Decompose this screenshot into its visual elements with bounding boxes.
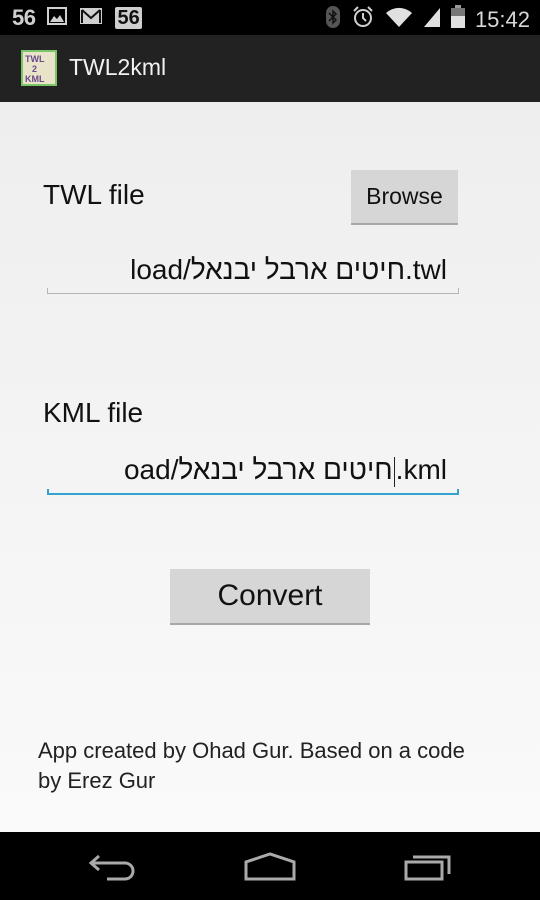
app-icon-text-mid: 2 — [32, 64, 38, 74]
notification-count: 56 — [12, 5, 36, 30]
twl-field-tick-right — [458, 288, 459, 294]
alarm-icon — [351, 5, 375, 34]
kml-file-input[interactable]: oad/חיטים ארבל יבנאל .kml — [47, 447, 459, 495]
gmail-icon — [79, 7, 103, 30]
kml-field-tick-left — [47, 489, 49, 495]
recent-apps-button[interactable] — [398, 850, 458, 884]
status-bar: 56 56 15:42 — [0, 0, 540, 35]
twl-file-input[interactable]: load/חיטים ארבל יבנאל.twl — [47, 246, 459, 294]
home-icon — [244, 852, 296, 881]
kml-file-value: oad/חיטים ארבל יבנאל .kml — [124, 454, 447, 487]
recent-apps-icon — [404, 855, 451, 881]
kml-field-underline — [47, 493, 459, 495]
credits-text: App created by Ohad Gur. Based on a code… — [38, 738, 465, 793]
kml-value-after-caret: .kml — [395, 454, 447, 486]
notification-badge: 56 — [115, 7, 142, 29]
app-icon: TWL 2 KML — [21, 50, 57, 86]
clock: 15:42 — [474, 6, 530, 32]
convert-button[interactable]: Convert — [170, 569, 370, 625]
twl-file-label: TWL file — [43, 179, 145, 210]
twl-field-tick-left — [47, 288, 48, 294]
kml-file-label: KML file — [43, 397, 144, 428]
app-icon-text-top: TWL — [25, 54, 45, 64]
twl-file-value: load/חיטים ארבל יבנאל.twl — [130, 254, 447, 285]
battery-icon — [450, 5, 465, 34]
wifi-icon — [385, 6, 413, 33]
text-caret — [393, 457, 395, 487]
kml-value-before-caret: oad/חיטים ארבל יבנאל — [123, 454, 393, 486]
back-icon — [88, 854, 135, 881]
app-title: TWL2kml — [69, 54, 167, 80]
twl-field-underline — [47, 293, 459, 294]
app-icon-text-bottom: KML — [25, 74, 45, 84]
kml-field-tick-right — [457, 489, 459, 495]
signal-icon — [423, 6, 441, 33]
back-button[interactable] — [82, 850, 142, 884]
image-icon — [47, 6, 68, 30]
navigation-bar — [0, 832, 540, 900]
main-content: TWL file Browse load/חיטים ארבל יבנאל.tw… — [0, 102, 540, 832]
action-bar: TWL 2 KML TWL2kml — [0, 35, 540, 102]
home-button[interactable] — [240, 850, 300, 884]
bluetooth-icon — [325, 5, 341, 34]
browse-button[interactable]: Browse — [351, 170, 458, 225]
